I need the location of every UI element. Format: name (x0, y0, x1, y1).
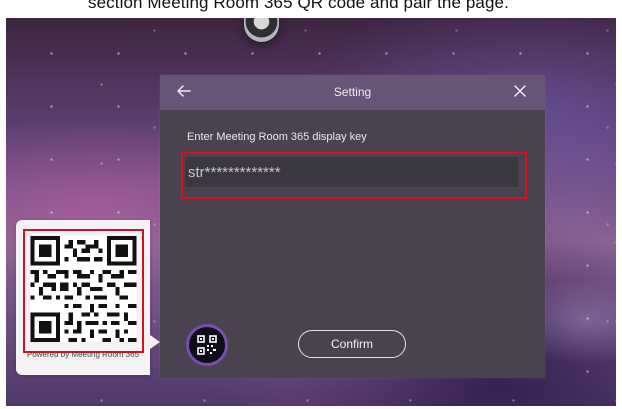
qr-code-button[interactable] (186, 324, 228, 366)
display-key-input[interactable] (185, 157, 518, 187)
close-icon[interactable] (511, 82, 529, 100)
settings-dialog: Setting Enter Meeting Room 365 display k… (160, 75, 545, 378)
qr-code-icon (197, 335, 217, 355)
qr-panel: Powered by Meeting Room 365 (16, 220, 160, 375)
display-key-label: Enter Meeting Room 365 display key (187, 131, 367, 143)
qr-code-image (30, 236, 137, 342)
screen: section Meeting Room 365 QR code and pai… (0, 0, 622, 409)
top-caption-text: section Meeting Room 365 QR code and pai… (88, 0, 509, 12)
dialog-title: Setting (333, 85, 372, 99)
dialog-header: Setting (160, 75, 545, 110)
powered-by-label: Powered by Meeting Room 365 (26, 350, 140, 359)
top-caption: section Meeting Room 365 QR code and pai… (0, 0, 622, 18)
confirm-button[interactable]: Confirm (298, 330, 406, 358)
